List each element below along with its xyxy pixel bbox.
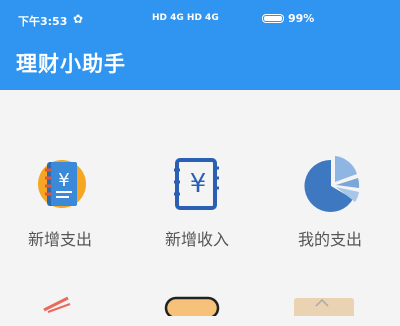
- app-title: 理财小助手: [16, 52, 126, 76]
- battery-icon: [262, 14, 284, 23]
- row2-item-1[interactable]: [30, 286, 110, 326]
- add-income-button[interactable]: ¥ 新增收入: [142, 154, 252, 250]
- my-expenses-button[interactable]: 我的支出: [275, 154, 385, 250]
- settings-gear-icon: ✿: [73, 12, 84, 26]
- pie-chart-icon: [295, 154, 365, 224]
- expense-book-icon: ¥: [25, 154, 95, 224]
- svg-text:¥: ¥: [190, 169, 207, 199]
- coin-jar-icon: [164, 296, 220, 320]
- income-notebook-icon: ¥: [162, 154, 232, 224]
- row2-item-3[interactable]: [290, 286, 370, 326]
- add-expense-label: 新增支出: [27, 230, 92, 249]
- app-bar: 下午3:53 ✿ HD 4G HD 4G 99% 理财小助手: [0, 0, 400, 90]
- svg-text:¥: ¥: [58, 170, 69, 191]
- megaphone-icon: [43, 296, 71, 313]
- add-expense-button[interactable]: ¥ 新增支出: [5, 154, 115, 250]
- wallet-icon: [294, 298, 354, 318]
- row2-item-2[interactable]: [160, 286, 240, 326]
- add-income-label: 新增收入: [164, 230, 229, 249]
- battery-percent: 99%: [288, 12, 315, 25]
- status-time: 下午3:53: [18, 15, 68, 28]
- status-bar: 下午3:53 ✿ HD 4G HD 4G 99%: [0, 0, 400, 42]
- status-signal-icons: HD 4G HD 4G: [152, 13, 219, 23]
- my-expenses-label: 我的支出: [297, 230, 362, 249]
